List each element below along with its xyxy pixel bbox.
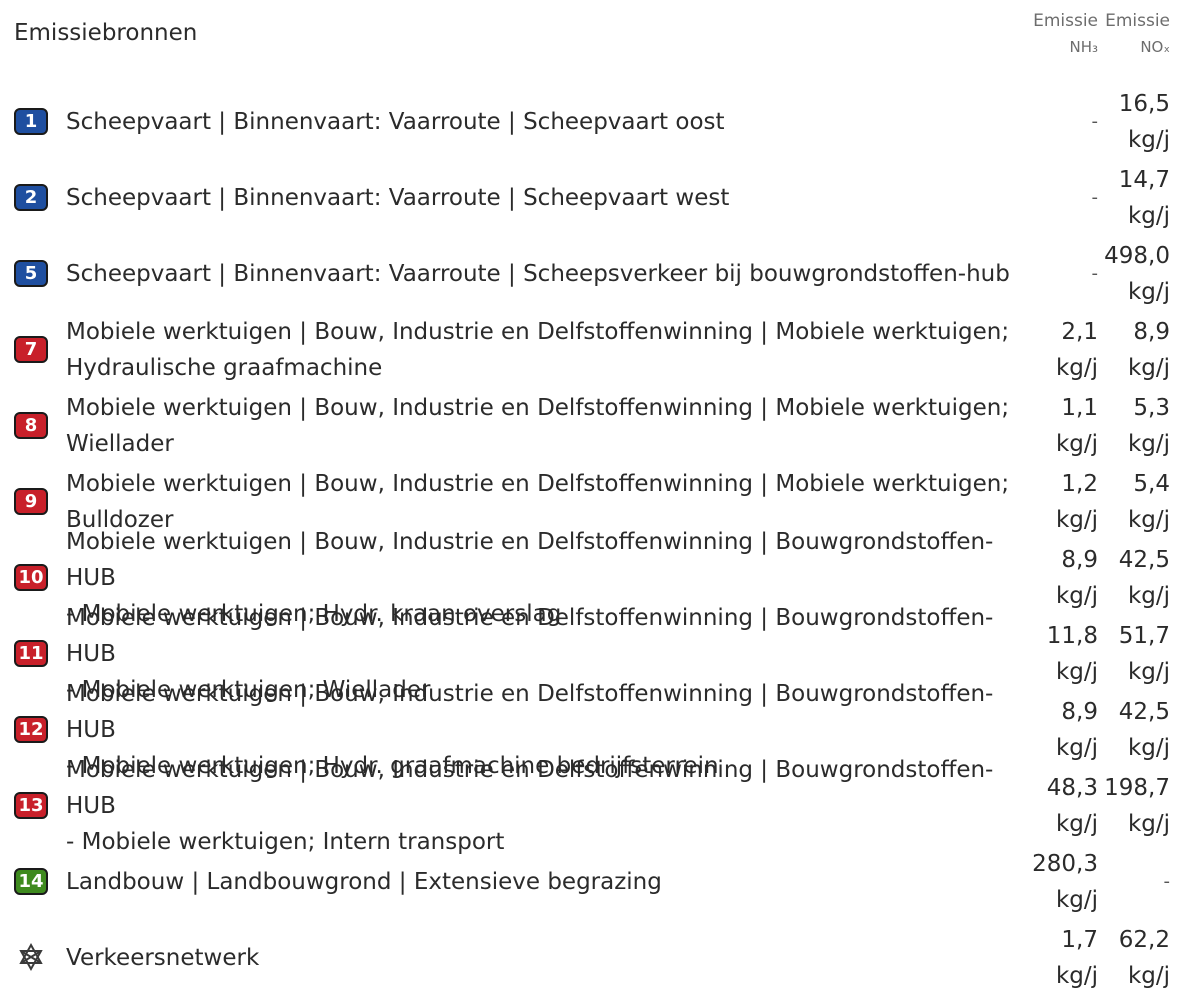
- emission-nox-value: 5,3 kg/j: [1090, 388, 1170, 464]
- emission-nox-value: 198,7 kg/j: [1090, 768, 1170, 844]
- emission-nox-value: 62,2 kg/j: [1090, 920, 1170, 996]
- emission-nh3-value: -: [1018, 160, 1099, 236]
- column-header-nh3-label: Emissie: [1033, 11, 1098, 31]
- column-header-nox[interactable]: Emissie NOₓ: [1102, 8, 1170, 60]
- source-label-line: Mobiele werktuigen | Bouw, Industrie en …: [66, 681, 994, 743]
- emission-nox-unit: kg/j: [1127, 431, 1170, 457]
- source-label-line: Scheepvaart | Binnenvaart: Vaarroute | S…: [66, 261, 1010, 287]
- emission-nh3-value: 1,7 kg/j: [1018, 920, 1098, 996]
- emission-nox-value: 16,5 kg/j: [1090, 84, 1170, 160]
- emission-source-list: 1 Scheepvaart | Binnenvaart: Vaarroute | …: [0, 84, 1187, 996]
- emission-nh3-value: 2,1 kg/j: [1018, 312, 1098, 388]
- source-number-badge: 11: [14, 640, 48, 667]
- emission-source-row[interactable]: 7 Mobiele werktuigen | Bouw, Industrie en…: [0, 312, 1187, 388]
- emission-nh3-number: 280,3: [1032, 851, 1098, 877]
- emission-nox-value: 5,4 kg/j: [1090, 464, 1170, 540]
- source-label-line: Mobiele werktuigen | Bouw, Industrie en …: [66, 605, 994, 667]
- emission-source-row[interactable]: 1 Scheepvaart | Binnenvaart: Vaarroute | …: [0, 84, 1187, 160]
- source-label-line: Mobiele werktuigen | Bouw, Industrie en …: [66, 395, 1010, 421]
- emission-nox-number: 5,4: [1133, 471, 1170, 497]
- emission-nox-value: -: [1090, 844, 1171, 920]
- source-number-badge: 5: [14, 260, 48, 287]
- emission-nox-unit: kg/j: [1127, 507, 1170, 533]
- source-number-badge: 8: [14, 412, 48, 439]
- emission-nox-value: 14,7 kg/j: [1090, 160, 1170, 236]
- source-label-line: Mobiele werktuigen | Bouw, Industrie en …: [66, 757, 994, 819]
- source-number-badge: 13: [14, 792, 48, 819]
- emission-nox-unit: kg/j: [1127, 811, 1170, 837]
- emission-nh3-value: 48,3 kg/j: [1018, 768, 1098, 844]
- emission-nox-unit: kg/j: [1127, 659, 1170, 685]
- emission-nox-number: 498,0: [1104, 243, 1170, 269]
- emission-nox-unit: kg/j: [1127, 963, 1170, 989]
- emission-nox-unit: -: [1163, 871, 1171, 892]
- emission-source-row[interactable]: 13 Mobiele werktuigen | Bouw, Industrie e…: [0, 757, 1187, 855]
- source-label-line: Mobiele werktuigen | Bouw, Industrie en …: [66, 319, 1010, 345]
- source-label-line: Mobiele werktuigen | Bouw, Industrie en …: [66, 471, 1010, 497]
- emission-nox-number: 14,7: [1118, 167, 1170, 193]
- source-label-line: Wiellader: [66, 431, 174, 457]
- source-number-badge: 7: [14, 336, 48, 363]
- emission-source-row[interactable]: Verkeersnetwerk 1,7 kg/j 62,2 kg/j: [0, 920, 1187, 996]
- source-label: Scheepvaart | Binnenvaart: Vaarroute | S…: [66, 84, 1036, 160]
- source-label: Mobiele werktuigen | Bouw, Industrie en …: [66, 757, 1036, 855]
- source-label-line: Hydraulische graafmachine: [66, 355, 383, 381]
- emission-nh3-value: 1,1 kg/j: [1018, 388, 1098, 464]
- emission-source-row[interactable]: 14 Landbouw | Landbouwgrond | Extensieve …: [0, 844, 1187, 920]
- emission-source-row[interactable]: 5 Scheepvaart | Binnenvaart: Vaarroute | …: [0, 236, 1187, 312]
- source-label-line: Landbouw | Landbouwgrond | Extensieve be…: [66, 869, 662, 895]
- source-number-badge: 1: [14, 108, 48, 135]
- source-label: Scheepvaart | Binnenvaart: Vaarroute | S…: [66, 236, 1036, 312]
- emission-nh3-value: -: [1018, 236, 1099, 312]
- source-label: Mobiele werktuigen | Bouw, Industrie en …: [66, 388, 1036, 464]
- emission-nox-value: 8,9 kg/j: [1090, 312, 1170, 388]
- source-label: Mobiele werktuigen | Bouw, Industrie en …: [66, 312, 1036, 388]
- source-number-badge: 10: [14, 564, 48, 591]
- emission-nox-value: 42,5 kg/j: [1090, 692, 1170, 768]
- emission-nox-number: 198,7: [1104, 775, 1170, 801]
- source-label-line: Mobiele werktuigen | Bouw, Industrie en …: [66, 529, 994, 591]
- emission-nox-number: 16,5: [1118, 91, 1170, 117]
- emission-nox-number: 42,5: [1118, 699, 1170, 725]
- emission-nox-number: 8,9: [1133, 319, 1170, 345]
- emission-nox-unit: kg/j: [1127, 279, 1170, 305]
- emission-nox-number: 51,7: [1118, 623, 1170, 649]
- emission-nox-unit: kg/j: [1127, 203, 1170, 229]
- emission-nox-unit: kg/j: [1127, 127, 1170, 153]
- column-header-nox-sub: NOₓ: [1140, 38, 1170, 56]
- emission-source-row[interactable]: 2 Scheepvaart | Binnenvaart: Vaarroute | …: [0, 160, 1187, 236]
- column-header-nh3[interactable]: Emissie NH₃: [1030, 8, 1098, 60]
- source-label-line: Verkeersnetwerk: [66, 945, 260, 971]
- emission-source-row[interactable]: 8 Mobiele werktuigen | Bouw, Industrie en…: [0, 388, 1187, 464]
- emission-nh3-value: 280,3 kg/j: [1018, 844, 1098, 920]
- emission-nox-number: 62,2: [1118, 927, 1170, 953]
- source-label: Verkeersnetwerk: [66, 920, 1036, 996]
- column-header-nox-label: Emissie: [1105, 11, 1170, 31]
- emission-nox-unit: kg/j: [1127, 583, 1170, 609]
- source-number-badge: 2: [14, 184, 48, 211]
- emission-nox-value: 42,5 kg/j: [1090, 540, 1170, 616]
- source-number-badge: 9: [14, 488, 48, 515]
- source-label-line: Scheepvaart | Binnenvaart: Vaarroute | S…: [66, 185, 730, 211]
- source-label: Landbouw | Landbouwgrond | Extensieve be…: [66, 844, 1036, 920]
- section-title: Emissiebronnen: [14, 20, 198, 46]
- source-label-line: Scheepvaart | Binnenvaart: Vaarroute | S…: [66, 109, 725, 135]
- network-icon: [16, 942, 46, 972]
- emission-nox-unit: kg/j: [1127, 735, 1170, 761]
- source-number-badge: 14: [14, 868, 48, 895]
- emission-nox-number: 5,3: [1133, 395, 1170, 421]
- emission-nox-number: 42,5: [1118, 547, 1170, 573]
- emission-nox-unit: kg/j: [1127, 355, 1170, 381]
- column-header-nh3-sub: NH₃: [1069, 38, 1098, 56]
- emission-nh3-value: -: [1018, 84, 1099, 160]
- table-header: Emissiebronnen Emissie NH₃ Emissie NOₓ: [0, 0, 1187, 76]
- emission-nox-value: 51,7 kg/j: [1090, 616, 1170, 692]
- source-number-badge: 12: [14, 716, 48, 743]
- source-label: Scheepvaart | Binnenvaart: Vaarroute | S…: [66, 160, 1036, 236]
- emission-nox-value: 498,0 kg/j: [1090, 236, 1170, 312]
